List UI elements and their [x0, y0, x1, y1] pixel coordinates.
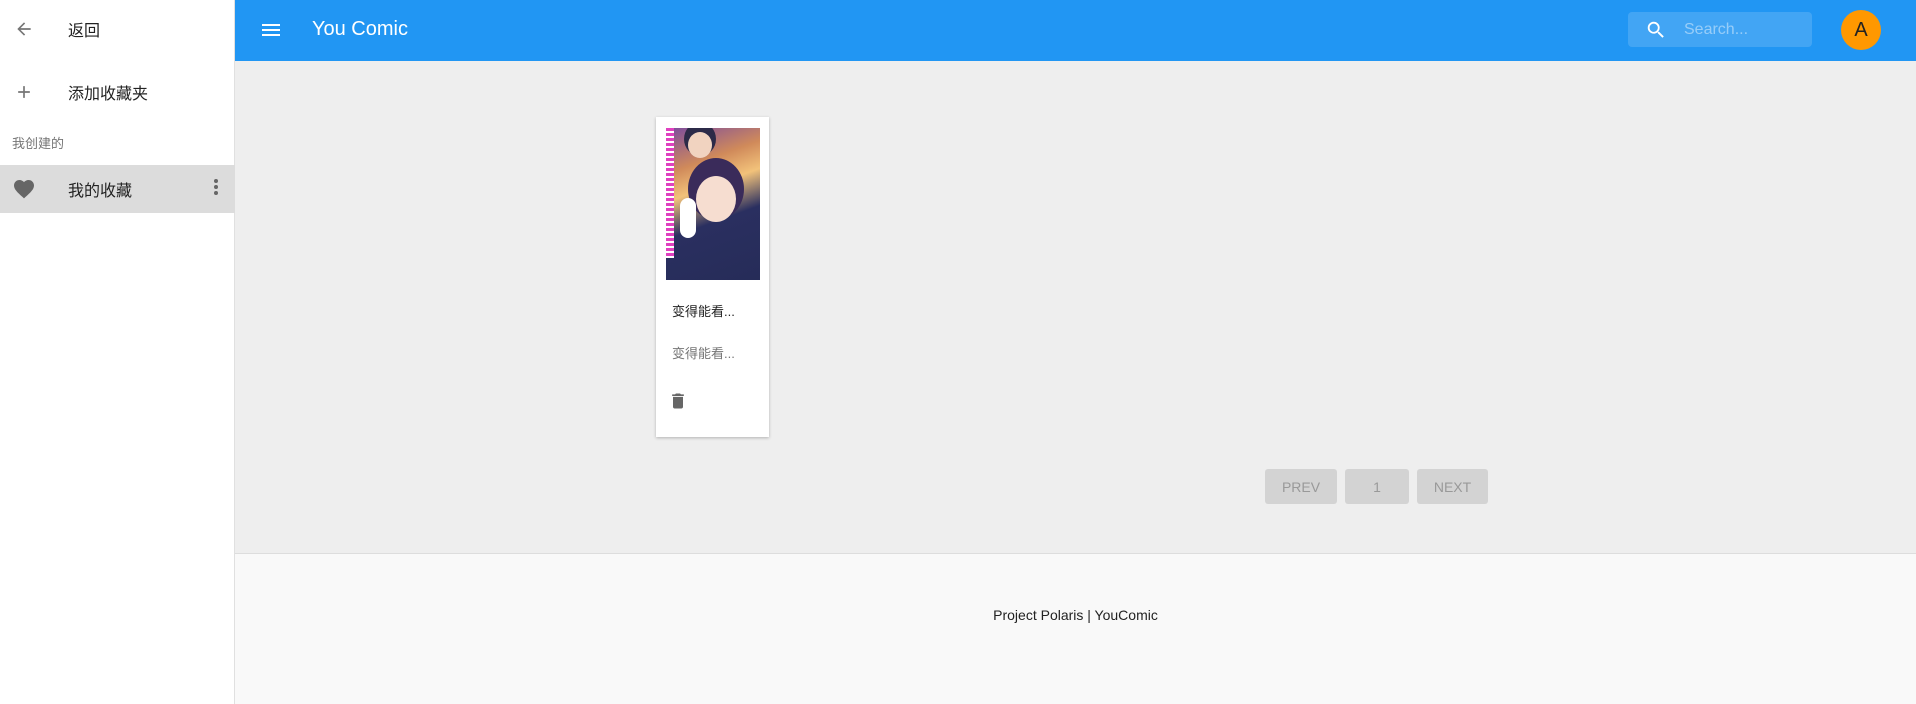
sidebar-item-my-favorites[interactable]: 我的收藏: [0, 165, 235, 213]
comic-title[interactable]: 变得能看...: [672, 301, 735, 320]
arrow-left-icon: [12, 17, 36, 41]
add-collection-label: 添加收藏夹: [68, 86, 149, 103]
app-bar: You Comic A: [235, 0, 1916, 61]
search-box[interactable]: [1628, 12, 1812, 47]
back-label: 返回: [68, 23, 101, 40]
page-1-button[interactable]: 1: [1345, 469, 1409, 504]
back-button[interactable]: 返回: [0, 5, 235, 53]
section-label: 我创建的: [12, 136, 65, 151]
search-input[interactable]: [1684, 12, 1804, 47]
next-button[interactable]: NEXT: [1417, 469, 1488, 504]
add-collection-button[interactable]: 添加收藏夹: [0, 68, 235, 116]
collection-label: 我的收藏: [68, 183, 133, 200]
comic-subtitle: 变得能看...: [672, 346, 735, 361]
search-icon: [1647, 21, 1664, 38]
footer: Project Polaris | YouComic: [235, 553, 1916, 704]
menu-icon[interactable]: [259, 18, 283, 42]
comic-card[interactable]: 变得能看... 变得能看...: [656, 117, 769, 437]
prev-button[interactable]: PREV: [1265, 469, 1337, 504]
footer-text: Project Polaris | YouComic: [993, 607, 1158, 623]
heart-icon: [12, 177, 36, 201]
comic-cover-image[interactable]: [666, 128, 760, 280]
sidebar: 返回 添加收藏夹 我创建的 我的收藏: [0, 0, 235, 704]
trash-icon[interactable]: [668, 391, 688, 416]
avatar[interactable]: A: [1841, 10, 1881, 50]
plus-icon: [12, 80, 36, 104]
app-title: You Comic: [312, 18, 408, 40]
more-vert-icon[interactable]: [213, 178, 219, 201]
